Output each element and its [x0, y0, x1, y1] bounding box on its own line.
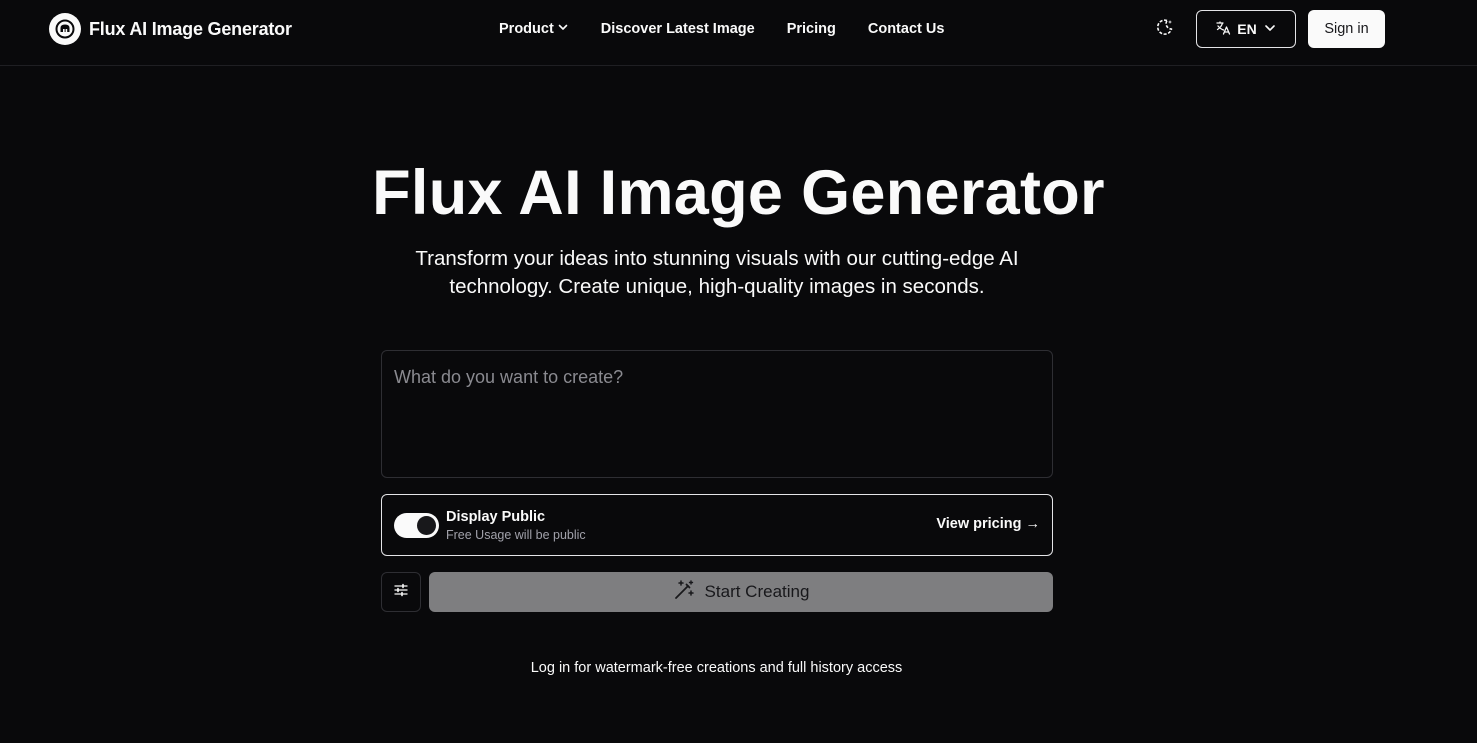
language-selector[interactable]: EN: [1196, 10, 1296, 48]
nav-item-pricing[interactable]: Pricing: [787, 21, 836, 37]
brand-name: Flux AI Image Generator: [89, 18, 292, 39]
sliders-icon: [393, 582, 409, 603]
brand[interactable]: Flux AI Image Generator: [49, 13, 292, 45]
nav-item-contact[interactable]: Contact Us: [868, 21, 945, 37]
sign-in-button[interactable]: Sign in: [1308, 10, 1385, 48]
translate-icon: [1215, 20, 1231, 39]
nav-item-label: Discover Latest Image: [600, 21, 755, 37]
view-pricing-link[interactable]: View pricing →: [936, 516, 1040, 532]
chevron-down-icon: [1263, 21, 1277, 38]
display-public-toggle[interactable]: [394, 513, 439, 538]
site-header: Flux AI Image Generator Product Discover…: [0, 0, 1477, 66]
moon-icon: [1155, 17, 1175, 42]
start-creating-button[interactable]: Start Creating: [429, 572, 1053, 612]
prompt-input[interactable]: [381, 350, 1053, 478]
display-public-description: Free Usage will be public: [446, 528, 586, 542]
nav-item-label: Product: [499, 21, 554, 37]
nav-item-label: Pricing: [786, 21, 836, 37]
nav-item-product[interactable]: Product: [499, 21, 569, 37]
theme-toggle-button[interactable]: [1152, 16, 1178, 42]
start-creating-label: Start Creating: [704, 582, 810, 601]
toggle-knob: [417, 516, 436, 535]
hero-title: Flux AI Image Generator: [372, 158, 1105, 228]
display-public-card: Display Public Free Usage will be public…: [381, 494, 1053, 556]
main-nav: Product Discover Latest Image Pricing Co…: [499, 18, 944, 40]
chevron-down-icon: [557, 21, 569, 37]
login-note: Log in for watermark-free creations and …: [530, 660, 903, 676]
display-public-title: Display Public: [446, 509, 546, 525]
settings-button[interactable]: [381, 572, 421, 612]
flux-logo-icon: [49, 13, 81, 45]
nav-item-label: Contact Us: [867, 21, 945, 37]
language-label: EN: [1237, 21, 1257, 37]
hero-subtitle: Transform your ideas into stunning visua…: [415, 247, 1019, 298]
magic-wand-icon: [673, 579, 695, 606]
nav-item-discover[interactable]: Discover Latest Image: [601, 21, 755, 37]
